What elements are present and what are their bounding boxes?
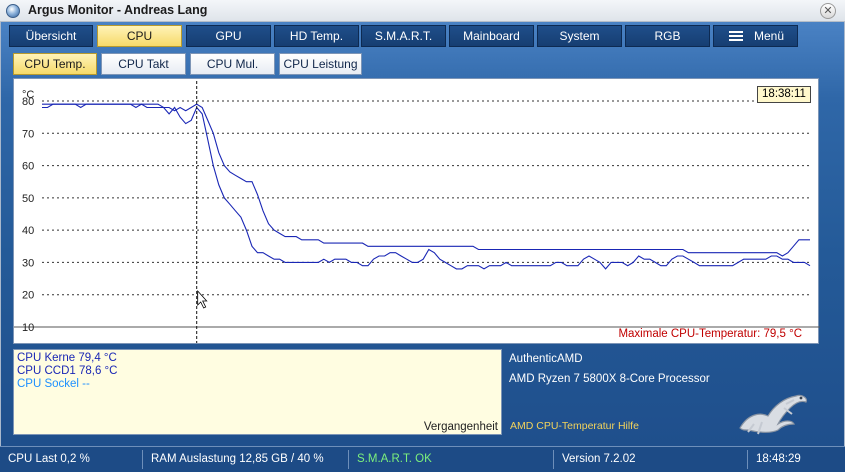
subtab-cpu-temp[interactable]: CPU Temp. bbox=[13, 53, 97, 75]
y-tick-label: 50 bbox=[22, 193, 34, 205]
cpu-temperature-chart[interactable]: °C 10 20 30 40 50 60 70 80 18:38:11 Maximale CPU… bbox=[13, 78, 820, 344]
status-cpu-load: CPU Last 0,2 % bbox=[0, 450, 143, 469]
tab-gpu[interactable]: GPU bbox=[186, 25, 271, 47]
sensor-cpu-sockel[interactable]: CPU Sockel -- bbox=[17, 378, 90, 390]
chart-canvas: °C1020304050607080 bbox=[14, 81, 820, 343]
tab-menu-label: Menü bbox=[754, 29, 785, 43]
sensor-cpu-ccd1[interactable]: CPU CCD1 78,6 °C bbox=[17, 365, 117, 377]
status-smart[interactable]: S.M.A.R.T. OK bbox=[349, 450, 554, 469]
max-temperature-label: Maximale CPU-Temperatur: 79,5 °C bbox=[618, 328, 802, 340]
y-tick-label: 30 bbox=[22, 257, 34, 269]
tab-rgb[interactable]: RGB bbox=[625, 25, 710, 47]
y-tick-label: 60 bbox=[22, 161, 34, 173]
hamburger-menu-icon bbox=[729, 31, 743, 41]
cpu-temperature-help-link[interactable]: AMD CPU-Temperatur Hilfe bbox=[510, 420, 639, 432]
app-logo-icon bbox=[6, 4, 20, 18]
tab-system[interactable]: System bbox=[537, 25, 622, 47]
tab-hd-temp[interactable]: HD Temp. bbox=[274, 25, 359, 47]
series-line-cpu-ccd1 bbox=[42, 103, 811, 270]
window-title: Argus Monitor - Andreas Lang bbox=[28, 3, 208, 17]
title-bar: Argus Monitor - Andreas Lang ✕ bbox=[0, 0, 845, 22]
mouse-pointer-icon bbox=[197, 289, 208, 309]
status-time: 18:48:29 bbox=[756, 453, 801, 465]
status-version: Version 7.2.02 bbox=[554, 450, 748, 469]
subtab-cpu-mul[interactable]: CPU Mul. bbox=[190, 53, 275, 75]
subtab-cpu-leistung[interactable]: CPU Leistung bbox=[279, 53, 362, 75]
main-window: Übersicht CPU GPU HD Temp. S.M.A.R.T. Ma… bbox=[0, 22, 845, 446]
status-ram-load: RAM Auslastung 12,85 GB / 40 % bbox=[143, 450, 349, 469]
y-tick-label: 80 bbox=[22, 96, 34, 108]
lizard-logo-icon bbox=[739, 394, 807, 435]
tab-menu[interactable]: Menü bbox=[713, 25, 798, 47]
series-line-cpu-kerne bbox=[42, 103, 810, 257]
history-label[interactable]: Vergangenheit bbox=[424, 421, 498, 433]
y-tick-label: 20 bbox=[22, 290, 34, 302]
y-tick-label: 40 bbox=[22, 225, 34, 237]
status-bar: CPU Last 0,2 % RAM Auslastung 12,85 GB /… bbox=[0, 446, 845, 472]
close-button[interactable]: ✕ bbox=[820, 3, 836, 19]
sensor-cpu-kerne[interactable]: CPU Kerne 79,4 °C bbox=[17, 352, 117, 364]
tab-mainboard[interactable]: Mainboard bbox=[449, 25, 534, 47]
tab-smart[interactable]: S.M.A.R.T. bbox=[361, 25, 446, 47]
y-tick-label: 70 bbox=[22, 128, 34, 140]
sensor-legend-panel: CPU Kerne 79,4 °C CPU CCD1 78,6 °C CPU S… bbox=[13, 349, 502, 435]
tab-ubersicht[interactable]: Übersicht bbox=[9, 25, 93, 47]
cpu-model: AMD Ryzen 7 5800X 8-Core Processor bbox=[509, 373, 710, 385]
cpu-vendor: AuthenticAMD bbox=[509, 353, 583, 365]
tab-cpu[interactable]: CPU bbox=[97, 25, 182, 47]
y-tick-label: 10 bbox=[22, 322, 34, 334]
subtab-cpu-takt[interactable]: CPU Takt bbox=[101, 53, 186, 75]
cursor-time-label: 18:38:11 bbox=[757, 86, 811, 103]
